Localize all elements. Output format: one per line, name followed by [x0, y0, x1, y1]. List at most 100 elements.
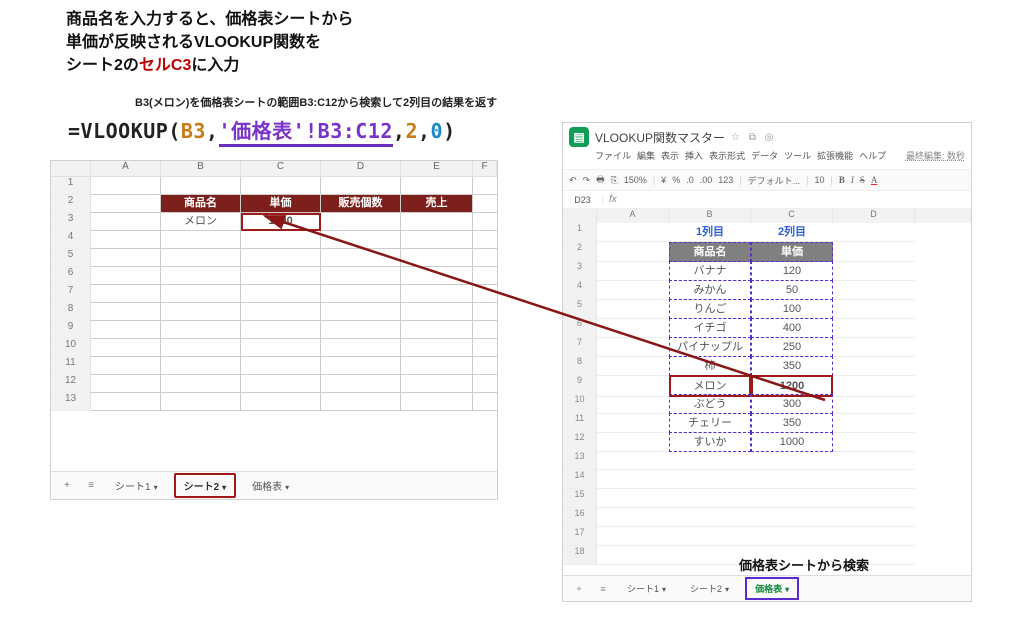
row-number[interactable]: 11: [51, 357, 91, 375]
cell[interactable]: [473, 285, 497, 303]
cell[interactable]: [833, 261, 915, 281]
row-number[interactable]: 1: [563, 223, 597, 242]
last-edit-label[interactable]: 最終編集: 数秒: [906, 149, 965, 162]
cell[interactable]: [91, 321, 161, 339]
cell[interactable]: [751, 508, 833, 527]
cell[interactable]: 120: [751, 261, 833, 281]
cell[interactable]: 単価: [751, 242, 833, 262]
cell[interactable]: りんご: [669, 299, 751, 319]
cell-ref-box[interactable]: D23: [563, 195, 603, 205]
cell[interactable]: [597, 413, 669, 433]
row-number[interactable]: 1: [51, 177, 91, 195]
row-number[interactable]: 6: [51, 267, 91, 285]
tab-sheet1[interactable]: シート1▾: [619, 579, 674, 598]
cell[interactable]: [91, 177, 161, 195]
all-sheets-button[interactable]: ≡: [595, 584, 611, 594]
cell[interactable]: [161, 249, 241, 267]
cell[interactable]: [161, 321, 241, 339]
cell[interactable]: [597, 299, 669, 319]
cell[interactable]: [91, 195, 161, 213]
menu-extensions[interactable]: 拡張機能: [817, 149, 853, 162]
cell[interactable]: [321, 285, 401, 303]
cell[interactable]: [91, 213, 161, 231]
cell[interactable]: 1200: [241, 213, 321, 231]
cell[interactable]: ぶどう: [669, 394, 751, 414]
cell[interactable]: [597, 318, 669, 338]
font-size-select[interactable]: 10: [814, 175, 824, 185]
cell[interactable]: [833, 470, 915, 489]
cell[interactable]: [751, 470, 833, 489]
all-sheets-button[interactable]: ≡: [83, 480, 99, 491]
cell[interactable]: [473, 303, 497, 321]
cell[interactable]: [833, 242, 915, 262]
row-number[interactable]: 14: [563, 470, 597, 489]
col-header-d[interactable]: D: [321, 161, 401, 176]
cell[interactable]: [91, 393, 161, 411]
cell[interactable]: すいか: [669, 432, 751, 452]
cell[interactable]: 単価: [241, 195, 321, 213]
cell[interactable]: [597, 527, 669, 546]
cell[interactable]: [473, 393, 497, 411]
cell[interactable]: [241, 357, 321, 375]
menu-format[interactable]: 表示形式: [709, 149, 745, 162]
cell[interactable]: 商品名: [669, 242, 751, 262]
cell[interactable]: [321, 357, 401, 375]
cell[interactable]: [833, 318, 915, 338]
cell[interactable]: [597, 356, 669, 376]
menu-view[interactable]: 表示: [661, 149, 679, 162]
cell[interactable]: チェリー: [669, 413, 751, 433]
cell[interactable]: [321, 393, 401, 411]
cell[interactable]: [751, 527, 833, 546]
cell[interactable]: [241, 249, 321, 267]
cell[interactable]: [321, 375, 401, 393]
cell[interactable]: [321, 177, 401, 195]
menu-file[interactable]: ファイル: [595, 149, 631, 162]
cell[interactable]: [833, 508, 915, 527]
tab-pricetable[interactable]: 価格表▾: [244, 475, 297, 496]
cell[interactable]: [669, 508, 751, 527]
cell[interactable]: [91, 357, 161, 375]
row-number[interactable]: 4: [563, 280, 597, 300]
cell[interactable]: 商品名: [161, 195, 241, 213]
cell[interactable]: [91, 339, 161, 357]
cell[interactable]: [669, 527, 751, 546]
col-header-b[interactable]: B: [161, 161, 241, 176]
row-number[interactable]: 11: [563, 413, 597, 433]
cell[interactable]: 400: [751, 318, 833, 338]
cell[interactable]: [321, 267, 401, 285]
cell[interactable]: [241, 339, 321, 357]
col-header-a[interactable]: A: [597, 209, 669, 223]
redo-button[interactable]: ↷: [583, 175, 591, 186]
row-number[interactable]: 5: [563, 299, 597, 319]
cell[interactable]: [597, 394, 669, 414]
cell[interactable]: [241, 393, 321, 411]
tab-sheet2[interactable]: シート2▾: [682, 579, 737, 598]
col-header-e[interactable]: E: [401, 161, 473, 176]
cell[interactable]: [401, 375, 473, 393]
row-number[interactable]: 8: [563, 356, 597, 376]
strike-button[interactable]: S: [860, 175, 865, 185]
cell[interactable]: [401, 267, 473, 285]
menu-data[interactable]: データ: [751, 149, 778, 162]
cell[interactable]: [833, 527, 915, 546]
cell[interactable]: [401, 357, 473, 375]
cell[interactable]: [669, 489, 751, 508]
print-button[interactable]: 🖶: [596, 172, 605, 188]
cell[interactable]: 柿: [669, 356, 751, 376]
cell[interactable]: [321, 249, 401, 267]
cell[interactable]: [473, 195, 497, 213]
cell[interactable]: [161, 357, 241, 375]
cell[interactable]: [473, 231, 497, 249]
cell[interactable]: メロン: [161, 213, 241, 231]
cell[interactable]: 販売個数: [321, 195, 401, 213]
cell[interactable]: [161, 285, 241, 303]
cell[interactable]: [597, 337, 669, 357]
cell[interactable]: [91, 285, 161, 303]
row-number[interactable]: 12: [563, 432, 597, 452]
cell[interactable]: [401, 231, 473, 249]
menu-insert[interactable]: 挿入: [685, 149, 703, 162]
number-format-button[interactable]: 123: [718, 175, 733, 185]
cell[interactable]: [473, 321, 497, 339]
font-select[interactable]: デフォルト...: [748, 174, 801, 187]
row-number[interactable]: 7: [563, 337, 597, 357]
